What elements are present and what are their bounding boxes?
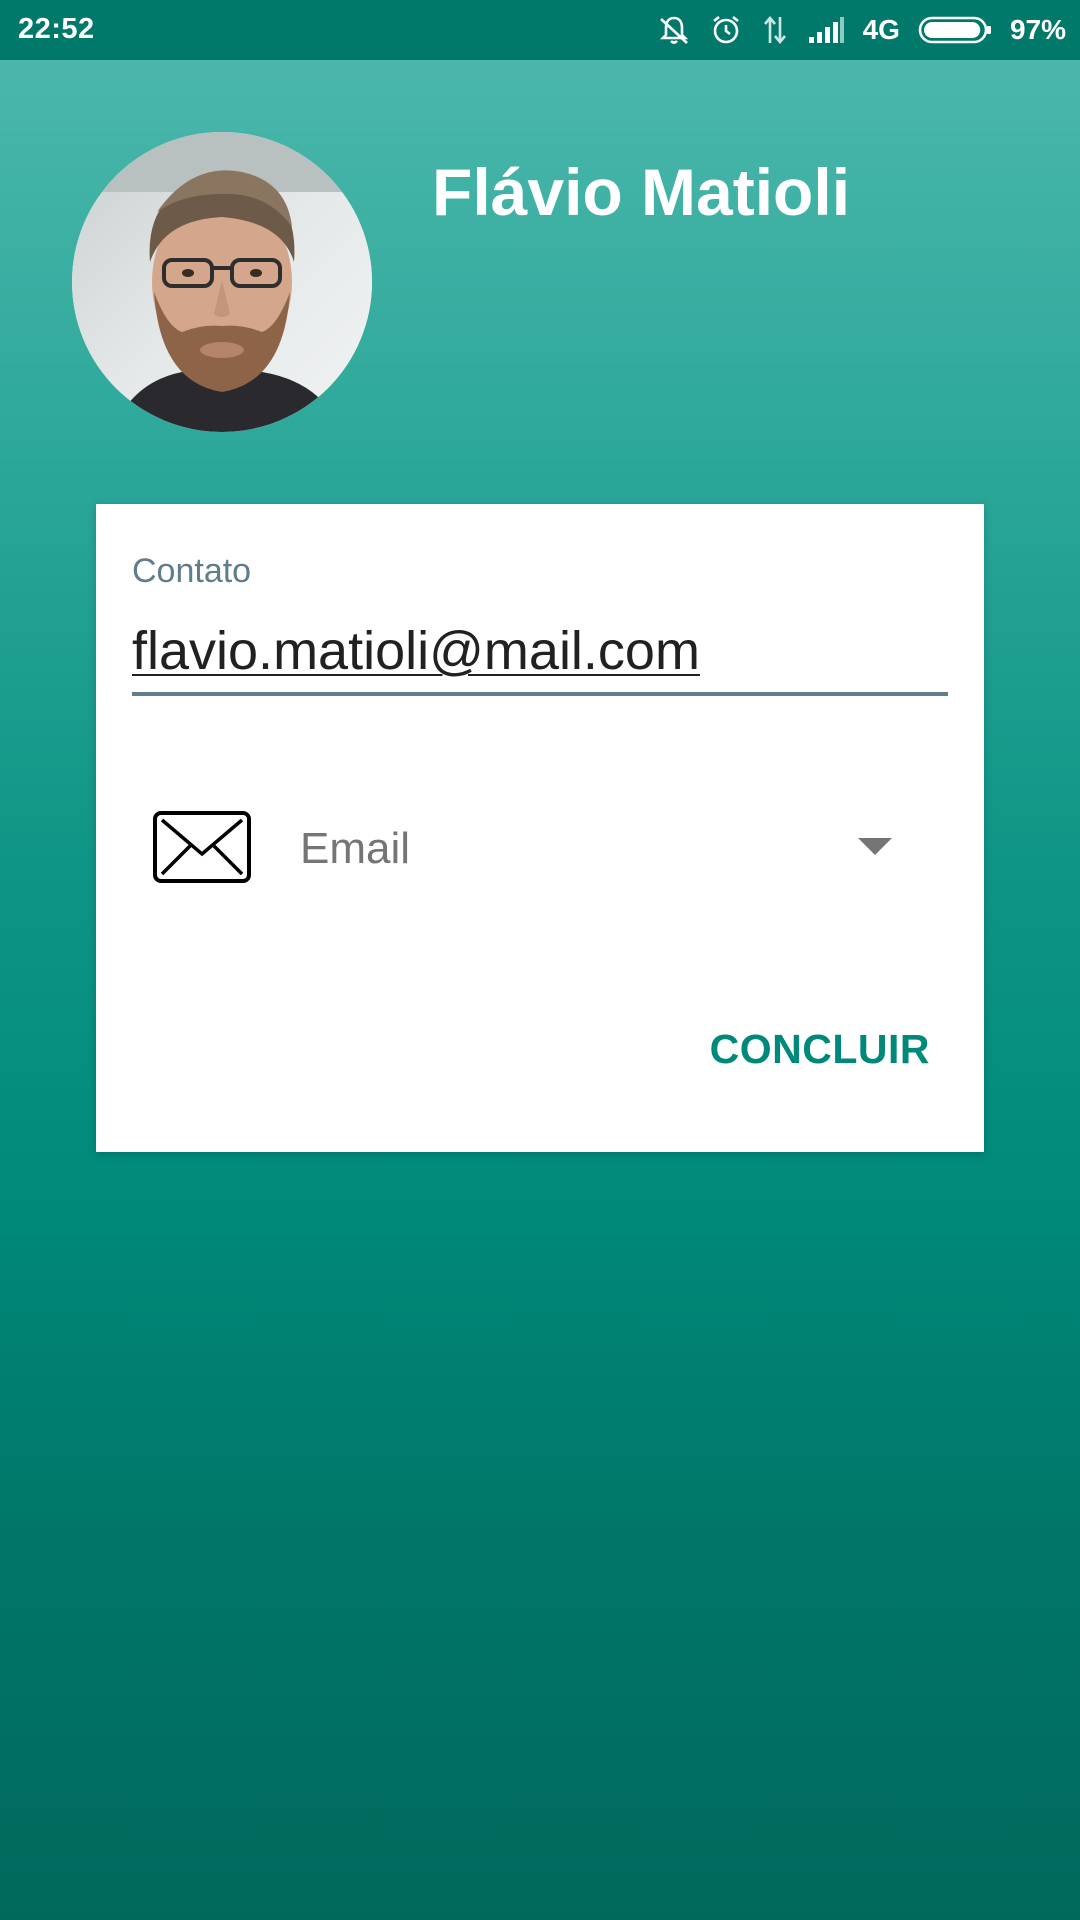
status-icons: 4G 97%	[657, 10, 1066, 50]
contact-label: Contato	[132, 552, 252, 590]
done-button[interactable]: CONCLUIR	[710, 1026, 930, 1073]
contact-input[interactable]	[132, 610, 948, 696]
status-time: 22:52	[18, 13, 95, 45]
alarm-icon	[709, 13, 743, 47]
battery-icon	[918, 15, 992, 45]
data-transfer-icon	[761, 13, 789, 47]
network-label: 4G	[862, 14, 900, 45]
contact-type-value: Email	[300, 824, 411, 873]
avatar-photo	[72, 132, 372, 432]
profile-avatar	[72, 132, 372, 432]
status-bar: 22:52 4G 97%	[0, 0, 1080, 60]
profile-name: Flávio Matioli	[432, 155, 851, 229]
contact-type-select[interactable]: Email	[132, 796, 948, 920]
bell-off-icon	[657, 13, 691, 47]
dropdown-arrow-icon	[858, 838, 892, 856]
contact-card: Contato Email CONCLUIR	[96, 504, 984, 1152]
envelope-icon	[152, 810, 252, 884]
signal-icon	[807, 15, 845, 45]
battery-percent: 97%	[1009, 14, 1066, 45]
